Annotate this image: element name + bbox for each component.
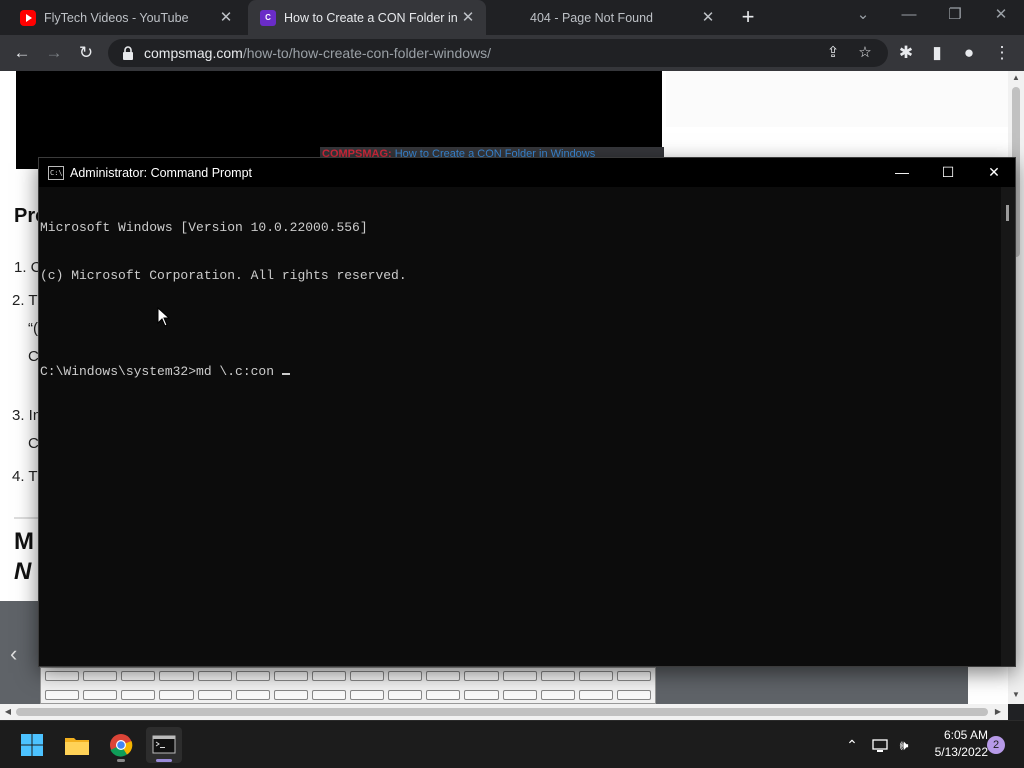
tab-youtube[interactable]: FlyTech Videos - YouTube ✕ [8, 0, 244, 35]
chrome-icon[interactable] [103, 727, 139, 763]
cmd-console[interactable]: Microsoft Windows [Version 10.0.22000.55… [39, 187, 1001, 666]
scroll-up-icon[interactable]: ▲ [1008, 73, 1024, 82]
cmd-scrollbar[interactable] [1001, 187, 1015, 666]
back-button[interactable]: ← [8, 39, 36, 67]
side-panel-icon[interactable]: ▮ [923, 39, 951, 67]
keyboard-image [40, 667, 656, 704]
file-explorer-icon[interactable] [59, 727, 95, 763]
bookmark-star-icon[interactable]: ☆ [856, 44, 874, 62]
page-horizontal-scrollbar[interactable]: ◀ ▶ [0, 704, 1008, 720]
cmd-minimize-button[interactable]: — [879, 158, 925, 187]
lock-icon [123, 46, 133, 60]
new-tab-button[interactable]: + [736, 6, 760, 30]
profile-icon[interactable]: ● [955, 39, 983, 67]
chevron-up-icon[interactable]: ⌃ [842, 721, 862, 768]
scroll-left-icon[interactable]: ◀ [0, 707, 16, 716]
close-icon[interactable]: ✕ [700, 9, 716, 26]
console-line: (c) Microsoft Corporation. All rights re… [40, 268, 407, 283]
command-prompt-window[interactable]: C:\ Administrator: Command Prompt — ☐ ✕ … [38, 157, 1016, 667]
list-item: 4. T [12, 468, 38, 485]
section-heading: N [14, 558, 32, 585]
terminal-icon[interactable] [146, 727, 182, 763]
cmd-close-button[interactable]: ✕ [971, 158, 1017, 187]
restore-button[interactable]: ❐ [932, 0, 978, 33]
mouse-cursor-icon [157, 307, 171, 327]
running-indicator [117, 759, 125, 762]
browser-toolbar: ← → ↻ compsmag.com/how-to/how-create-con… [0, 35, 1024, 71]
volume-icon[interactable]: 🕪 [894, 721, 914, 768]
chevron-left-icon[interactable]: ‹ [10, 641, 17, 667]
close-window-button[interactable]: ✕ [978, 0, 1024, 33]
cmd-titlebar[interactable]: C:\ Administrator: Command Prompt — ☐ ✕ [39, 158, 1015, 187]
list-item: “( [28, 320, 38, 337]
windows-start-icon[interactable] [14, 727, 50, 763]
tab-compsmag[interactable]: C How to Create a CON Folder in W ✕ [248, 0, 486, 35]
console-input[interactable]: C:\Windows\system32>md \.c:con [40, 364, 282, 379]
network-icon[interactable] [870, 721, 890, 768]
close-icon[interactable]: ✕ [460, 9, 476, 26]
text-cursor [281, 373, 290, 375]
list-item: 3. In [12, 407, 42, 424]
scrollbar-thumb[interactable] [16, 708, 988, 716]
cmd-app-icon: C:\ [48, 165, 64, 180]
tab-404[interactable]: 404 - Page Not Found ✕ [490, 0, 726, 35]
address-bar[interactable]: compsmag.com/how-to/how-create-con-folde… [108, 39, 888, 67]
url-path: /how-to/how-create-con-folder-windows/ [242, 45, 492, 61]
tab-search-button[interactable]: ⌄ [840, 0, 886, 33]
youtube-icon [20, 9, 36, 26]
tab-title: 404 - Page Not Found [530, 10, 653, 25]
cmd-maximize-button[interactable]: ☐ [925, 158, 971, 187]
share-icon[interactable]: ⇪ [824, 44, 842, 62]
url-domain: compsmag.com [144, 45, 243, 61]
scrollbar-thumb[interactable] [1006, 205, 1009, 221]
scroll-right-icon[interactable]: ▶ [990, 707, 1006, 716]
clock-time: 6:05 AM [943, 728, 988, 742]
scroll-down-icon[interactable]: ▼ [1008, 690, 1024, 699]
notification-badge[interactable]: 2 [987, 736, 1005, 754]
close-icon[interactable]: ✕ [218, 9, 234, 26]
forward-button[interactable]: → [40, 39, 68, 67]
running-indicator [156, 759, 172, 762]
compsmag-icon: C [260, 9, 276, 26]
menu-icon[interactable]: ⋮ [988, 39, 1016, 67]
list-item: 2. T [12, 292, 38, 309]
section-heading: M [14, 528, 34, 555]
minimize-button[interactable]: — [886, 0, 932, 33]
windows-taskbar: ⌃ 🕪 6:05 AM 5/13/2022 [0, 720, 1024, 768]
clock-date: 5/13/2022 [934, 745, 988, 759]
sidebar-area [666, 71, 1008, 127]
tab-title: FlyTech Videos - YouTube [44, 10, 189, 25]
system-clock[interactable]: 6:05 AM 5/13/2022 [920, 727, 988, 761]
extensions-icon[interactable]: ✱ [892, 39, 920, 67]
cmd-window-title: Administrator: Command Prompt [70, 165, 253, 180]
console-prompt-line[interactable]: C:\Windows\system32>md \.c:con [40, 364, 1001, 380]
tab-title: How to Create a CON Folder in W [284, 10, 460, 25]
reload-button[interactable]: ↻ [72, 39, 100, 67]
browser-tab-strip: FlyTech Videos - YouTube ✕ C How to Crea… [0, 0, 1024, 35]
console-line: Microsoft Windows [Version 10.0.22000.55… [40, 220, 368, 235]
